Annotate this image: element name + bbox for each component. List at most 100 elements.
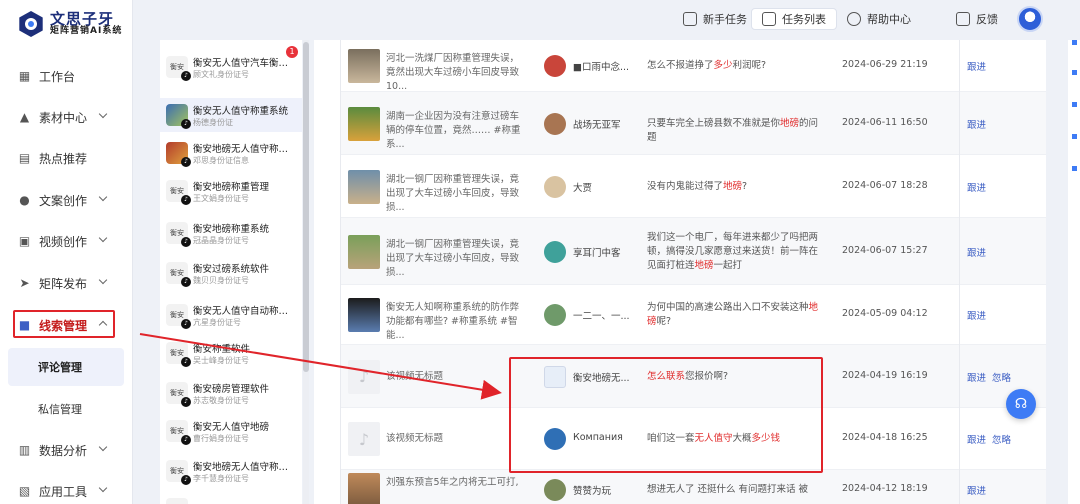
ignore-link[interactable]: 忽略: [992, 370, 1011, 384]
comment-segment: 想进无人了 还挺什么 有问题打来话 被: [647, 484, 809, 495]
contact-item[interactable]: 衡安 ♪ 衡安无人值守自动称重... 亢星身份证号: [160, 298, 302, 332]
user-avatar[interactable]: [544, 304, 566, 326]
mail-icon: [956, 12, 970, 26]
keyword-highlight: 地磅: [694, 259, 714, 271]
avatar[interactable]: [1017, 6, 1043, 32]
follow-up-link[interactable]: 跟进: [967, 308, 986, 322]
user-name: 赞赞为玩: [573, 486, 612, 497]
highlight-box-leads: [13, 310, 115, 338]
chevron-down-icon: [98, 275, 108, 285]
contact-subtitle: 冠晶晶身份证号: [193, 235, 249, 245]
user-avatar[interactable]: [544, 175, 566, 198]
video-thumbnail[interactable]: [348, 49, 380, 83]
contact-item[interactable]: 衡安 ♪ 衡安过磅系统软件 魏贝贝身份证号: [160, 256, 302, 290]
post-title[interactable]: 湖北一钢厂因称重管理失误，竟出现了大车过磅小车回皮，导致损...: [386, 238, 526, 280]
video-thumbnail[interactable]: [348, 473, 380, 504]
tiktok-icon: ♪: [181, 71, 191, 81]
sub-item-messages[interactable]: 私信管理: [8, 390, 124, 428]
follow-up-link[interactable]: 跟进: [967, 180, 986, 194]
grid-icon: ▦: [18, 69, 31, 83]
scrollbar-thumb[interactable]: [303, 42, 309, 372]
follow-up-link[interactable]: 跟进: [967, 59, 986, 73]
comment-segment: ?: [742, 180, 748, 192]
post-title[interactable]: 湖北一钢厂因称重管理失误，竟出现了大车过磅小车回皮，导致损...: [386, 173, 526, 215]
contact-item[interactable]: 衡安 ♪ 衡安无人值守地磅 曹行娟身份证号: [160, 414, 302, 448]
contact-avatar: 衡安♪: [166, 304, 191, 329]
ignore-link[interactable]: 忽略: [992, 432, 1011, 446]
contact-name: 衡安地磅称重管理: [193, 181, 270, 193]
follow-up-link[interactable]: 跟进: [967, 117, 986, 131]
video-thumbnail[interactable]: [348, 234, 380, 269]
post-title[interactable]: 湖南一企业因为没有注意过磅车辆的停车位置，竟然…… #称重系...: [386, 110, 526, 152]
comment-text: 没有内鬼能过得了地磅?: [647, 180, 827, 194]
chevron-down-icon: [98, 192, 108, 202]
video-thumbnail[interactable]: [348, 106, 380, 141]
nav-item-tools[interactable]: ▧ 应用工具: [18, 478, 118, 504]
follow-up-link[interactable]: 跟进: [967, 245, 986, 259]
contact-name: 衡安地磅无人值守称重...: [193, 143, 293, 155]
nav-item-hot[interactable]: ▤ 热点推荐: [18, 145, 118, 171]
comment-segment: 呢?: [656, 316, 672, 327]
contact-subtitle: 邓思身份证信息: [193, 155, 249, 165]
follow-up-link[interactable]: 跟进: [967, 370, 986, 384]
nav-item-copywriting[interactable]: ● 文案创作: [18, 187, 118, 213]
contact-name: 衡安无人值守汽车衡系统: [193, 57, 293, 69]
video-thumbnail[interactable]: [348, 298, 380, 332]
contact-subtitle: 顾文礼身份证号: [193, 69, 249, 79]
user-avatar[interactable]: [544, 55, 566, 77]
chat-float-button[interactable]: ☊: [1006, 389, 1036, 419]
follow-up-link[interactable]: 跟进: [967, 432, 986, 446]
nav-item-analytics[interactable]: ▥ 数据分析: [18, 437, 118, 463]
contact-avatar: 衡安♪: [166, 56, 191, 81]
comment-text: 我们这一个电厂，每年进来都少了吗把两顿，搞得没几家愿意过来送货！前一阵在见面打桩…: [647, 231, 827, 273]
post-title[interactable]: 该视频无标题: [386, 370, 526, 384]
follow-up-link[interactable]: 跟进: [967, 483, 986, 497]
nav-item-workbench[interactable]: ▦ 工作台: [18, 63, 118, 89]
help-center-button[interactable]: 帮助中心: [847, 8, 911, 30]
user-avatar[interactable]: [544, 112, 566, 135]
video-thumbnail[interactable]: [348, 169, 380, 204]
novice-task-button[interactable]: 新手任务: [683, 8, 747, 30]
contact-item[interactable]: 衡安 ♪ 衡安无人值守汽车衡系统 顾文礼身份证号 1: [160, 46, 302, 84]
comment-time: 2024-06-11 16:50: [842, 116, 928, 128]
nav-item-video[interactable]: ▣ 视频创作: [18, 228, 118, 254]
nav-item-publish[interactable]: ➤ 矩阵发布: [18, 270, 118, 296]
post-title[interactable]: 该视频无标题: [386, 432, 526, 446]
sub-item-comments[interactable]: 评论管理: [8, 348, 124, 386]
table-row: 衡安无人知啊称重系统的防作弊功能都有哪些? #称重系统 #智能... 一二一、一.…: [341, 285, 1046, 345]
nav-label: 矩阵发布: [39, 276, 88, 291]
post-title[interactable]: 河北一洗煤厂因称重管理失误，竟然出现大车过磅小车回皮导致10...: [386, 52, 526, 94]
divider: [959, 470, 960, 504]
tiktok-icon: ♪: [181, 237, 191, 247]
contact-subtitle: 苏志敬身份证号: [193, 395, 249, 405]
contact-item[interactable]: 衡安 ♪ 衡安磅房管理软件 苏志敬身份证号: [160, 376, 302, 410]
contact-item[interactable]: ♪ 衡安地磅无人值守称重... 邓思身份证信息: [160, 136, 302, 170]
nav-item-materials[interactable]: ▲ 素材中心: [18, 104, 118, 130]
comment-text: 只要车完全上磅县数不准就是你地磅的问题: [647, 117, 827, 145]
contact-item[interactable]: 衡安 ♪ 衡安地磅称重系统 冠晶晶身份证号: [160, 216, 302, 250]
video-placeholder-icon[interactable]: ♪: [348, 422, 380, 456]
contact-subtitle: 曹行娟身份证号: [193, 433, 249, 443]
contact-name: 衡安无人值守称重系统: [193, 105, 289, 117]
divider: [959, 345, 960, 408]
contact-name: 衡安地磅称重系统: [193, 223, 270, 235]
user-avatar[interactable]: [544, 240, 566, 263]
contact-item[interactable]: 衡安 ♪ 衡安称重软件 吴士峰身份证号: [160, 336, 302, 370]
post-title[interactable]: 衡安无人知啊称重系统的防作弊功能都有哪些? #称重系统 #智能...: [386, 301, 526, 343]
tiktok-icon: ♪: [181, 319, 191, 329]
bulb-icon: ●: [19, 193, 30, 207]
contact-item[interactable]: 衡安 ♪ 衡安地磅无人值守称重... 李千慧身份证号: [160, 454, 302, 488]
comment-text: 想进无人了 还挺什么 有问题打来话 被: [647, 483, 827, 497]
comment-time: 2024-06-07 15:27: [842, 244, 928, 256]
contact-name: 衡安无人值守地磅: [193, 421, 270, 433]
contact-item[interactable]: 衡安 ♪ 衡安地磅称重管理 王文娟身份证号: [160, 174, 302, 208]
contact-item[interactable]: ♪ 衡安无人值守称重系统 杨德身份证: [160, 98, 302, 132]
divider: [959, 218, 960, 285]
contact-item[interactable]: 衡安♪衡安无人值守智能地磅: [160, 492, 302, 504]
post-title[interactable]: 刘强东预言5年之内将无工可打,: [386, 476, 526, 490]
video-placeholder-icon[interactable]: ♪: [348, 359, 380, 394]
feedback-button[interactable]: 反馈: [956, 8, 998, 30]
task-list-button[interactable]: 任务列表: [751, 8, 837, 30]
brand-logo[interactable]: 文思子牙 矩阵营销AI系统: [0, 0, 132, 48]
user-avatar[interactable]: [544, 479, 566, 501]
